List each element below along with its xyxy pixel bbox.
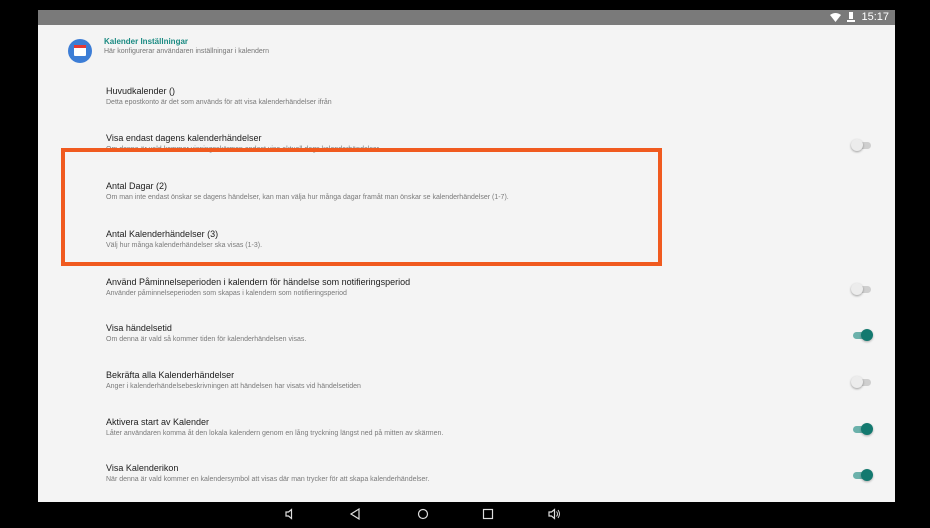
setting-enable-calendar-launch[interactable]: Aktivera start av Kalender Låter använda… xyxy=(106,417,443,437)
volume-up-icon[interactable] xyxy=(548,508,562,523)
navigation-bar xyxy=(38,502,895,528)
setting-title: Visa Kalenderikon xyxy=(106,463,179,473)
setting-summary: När denna är vald kommer en kalendersymb… xyxy=(106,476,430,483)
status-icons: 15:17 xyxy=(830,11,889,23)
toggle-enable-calendar-launch[interactable] xyxy=(851,423,873,435)
header-subtitle: Här konfigurerar användaren inställninga… xyxy=(104,48,269,55)
toggle-today-only[interactable] xyxy=(851,139,873,151)
home-icon[interactable] xyxy=(417,508,429,523)
volume-down-icon[interactable] xyxy=(284,508,296,523)
settings-header: Kalender Inställningar Här konfigurerar … xyxy=(68,37,269,63)
toggle-confirm-events[interactable] xyxy=(851,376,873,388)
recents-icon[interactable] xyxy=(482,508,494,523)
setting-summary: Detta epostkonto är det som används för … xyxy=(106,99,332,106)
toggle-show-event-time[interactable] xyxy=(851,329,873,341)
setting-summary: Om denna är vald så kommer tiden för kal… xyxy=(106,336,307,343)
setting-reminder-period[interactable]: Använd Påminnelseperioden i kalendern fö… xyxy=(106,277,410,297)
wifi-icon xyxy=(830,12,842,22)
setting-title: Visa endast dagens kalenderhändelser xyxy=(106,133,262,143)
setting-summary: Låter användaren komma åt den lokala kal… xyxy=(106,430,444,437)
setting-show-calendar-icon[interactable]: Visa Kalenderikon När denna är vald komm… xyxy=(106,463,429,483)
setting-title: Bekräfta alla Kalenderhändelser xyxy=(106,370,235,380)
header-title: Kalender Inställningar xyxy=(104,37,189,46)
setting-title: Visa händelsetid xyxy=(106,323,172,333)
setting-summary: Använder påminnelseperioden som skapas i… xyxy=(106,290,347,297)
status-time: 15:17 xyxy=(861,11,889,23)
toggle-show-calendar-icon[interactable] xyxy=(851,469,873,481)
setting-confirm-events[interactable]: Bekräfta alla Kalenderhändelser Anger i … xyxy=(106,370,361,390)
calendar-icon xyxy=(68,39,92,63)
setting-title: Använd Påminnelseperioden i kalendern fö… xyxy=(106,277,411,287)
back-icon[interactable] xyxy=(349,507,361,523)
setting-title: Aktivera start av Kalender xyxy=(106,417,210,427)
signal-icon xyxy=(847,12,856,22)
setting-main-calendar[interactable]: Huvudkalender () Detta epostkonto är det… xyxy=(106,86,332,106)
status-bar: 15:17 xyxy=(38,10,895,25)
setting-title: Huvudkalender () xyxy=(106,86,176,96)
setting-summary: Anger i kalenderhändelsebeskrivningen at… xyxy=(106,383,361,390)
highlight-box xyxy=(61,148,662,266)
toggle-reminder-period[interactable] xyxy=(851,283,873,295)
setting-show-event-time[interactable]: Visa händelsetid Om denna är vald så kom… xyxy=(106,323,306,343)
